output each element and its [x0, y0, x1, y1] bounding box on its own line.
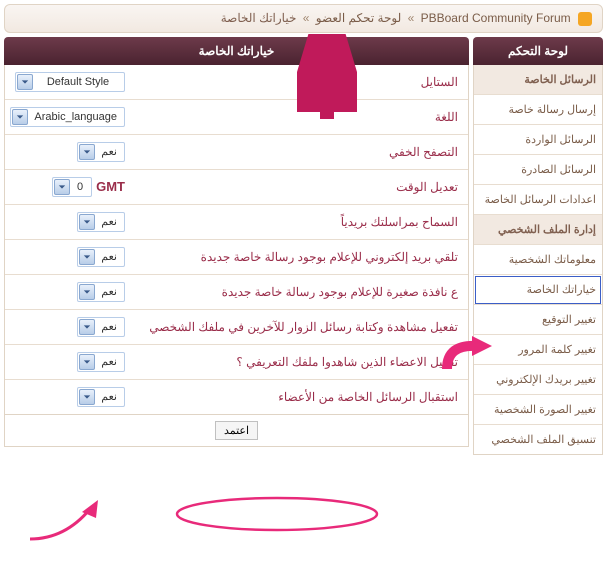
breadcrumb: PBBoard Community Forum » لوحة تحكم العض…	[4, 4, 603, 33]
sidebar-item[interactable]: معلوماتك الشخصية	[474, 245, 602, 275]
setting-label: السماح بمراسلتك بريدياً	[135, 205, 468, 239]
breadcrumb-cp[interactable]: لوحة تحكم العضو	[316, 11, 401, 25]
select[interactable]: نعم	[77, 212, 125, 232]
select-value: 0	[70, 180, 90, 194]
sidebar-item[interactable]: الرسائل الواردة	[474, 125, 602, 155]
select[interactable]: نعم	[77, 352, 125, 372]
breadcrumb-forum[interactable]: PBBoard Community Forum	[421, 11, 571, 25]
setting-row: السماح بمراسلتك بريدياً نعم	[5, 205, 468, 240]
select-value: نعم	[95, 389, 123, 404]
sidebar-item: إدارة الملف الشخصي	[474, 215, 602, 245]
select-value: Arabic_language	[28, 110, 123, 124]
sidebar-item[interactable]: تغيير التوقيع	[474, 305, 602, 335]
main-panel: خياراتك الخاصة الستايل Default Style اللغة…	[4, 37, 469, 455]
setting-label: التصفح الخفي	[135, 135, 468, 169]
setting-row: الستايل Default Style	[5, 65, 468, 100]
sidebar-item[interactable]: الرسائل الصادرة	[474, 155, 602, 185]
breadcrumb-sep: »	[303, 11, 310, 25]
sidebar-item[interactable]: إرسال رسالة خاصة	[474, 95, 602, 125]
setting-control: نعم	[5, 136, 135, 168]
sidebar-item: الرسائل الخاصة	[474, 65, 602, 95]
setting-row: اللغة Arabic_language	[5, 100, 468, 135]
select[interactable]: Default Style	[15, 72, 125, 92]
setting-control: نعم	[5, 206, 135, 238]
chevron-down-icon[interactable]	[79, 354, 95, 370]
chevron-down-icon[interactable]	[79, 389, 95, 405]
select[interactable]: نعم	[77, 142, 125, 162]
sidebar-item[interactable]: تغيير بريدك الإلكتروني	[474, 365, 602, 395]
breadcrumb-page: خياراتك الخاصة	[221, 11, 297, 25]
setting-control: Default Style	[5, 66, 135, 98]
chevron-down-icon[interactable]	[79, 144, 95, 160]
select[interactable]: Arabic_language	[10, 107, 125, 127]
setting-control: 0 GMT	[5, 171, 135, 203]
sidebar-item[interactable]: خياراتك الخاصة	[474, 275, 602, 305]
select-value: نعم	[95, 214, 123, 229]
breadcrumb-sep: »	[408, 11, 415, 25]
setting-label: اللغة	[135, 100, 468, 134]
setting-control: نعم	[5, 346, 135, 378]
setting-label: استقبال الرسائل الخاصة من الأعضاء	[135, 380, 468, 414]
setting-label: تفعيل الاعضاء الذين شاهدوا ملفك التعريفي…	[135, 345, 468, 379]
chevron-down-icon[interactable]	[17, 74, 33, 90]
gmt-label: GMT	[96, 179, 125, 194]
chevron-down-icon[interactable]	[54, 179, 70, 195]
sidebar: لوحة التحكم الرسائل الخاصةإرسال رسالة خا…	[473, 37, 603, 455]
annotation-circle	[172, 494, 382, 534]
select[interactable]: نعم	[77, 317, 125, 337]
setting-control: نعم	[5, 381, 135, 413]
select-value: نعم	[95, 354, 123, 369]
select-value: نعم	[95, 249, 123, 264]
setting-label: تفعيل مشاهدة وكتابة رسائل الزوار للآخرين…	[135, 310, 468, 344]
setting-row: ع نافذة صغيرة للإعلام بوجود رسالة خاصة ج…	[5, 275, 468, 310]
chevron-down-icon[interactable]	[79, 319, 95, 335]
setting-row: تفعيل الاعضاء الذين شاهدوا ملفك التعريفي…	[5, 345, 468, 380]
setting-control: Arabic_language	[5, 101, 135, 133]
annotation-arrow	[20, 494, 110, 544]
sidebar-title: لوحة التحكم	[473, 37, 603, 65]
select[interactable]: 0	[52, 177, 92, 197]
setting-row: استقبال الرسائل الخاصة من الأعضاء نعم	[5, 380, 468, 414]
setting-label: الستايل	[135, 65, 468, 99]
select-value: Default Style	[33, 75, 123, 89]
setting-control: نعم	[5, 241, 135, 273]
setting-row: تعديل الوقت 0 GMT	[5, 170, 468, 205]
chevron-down-icon[interactable]	[12, 109, 28, 125]
chevron-down-icon[interactable]	[79, 284, 95, 300]
setting-label: ع نافذة صغيرة للإعلام بوجود رسالة خاصة ج…	[135, 275, 468, 309]
forum-icon	[578, 12, 592, 26]
setting-row: تلقي بريد إلكتروني للإعلام بوجود رسالة خ…	[5, 240, 468, 275]
setting-control: نعم	[5, 276, 135, 308]
setting-row: تفعيل مشاهدة وكتابة رسائل الزوار للآخرين…	[5, 310, 468, 345]
select-value: نعم	[95, 144, 123, 159]
select-value: نعم	[95, 284, 123, 299]
setting-label: تلقي بريد إلكتروني للإعلام بوجود رسالة خ…	[135, 240, 468, 274]
setting-row: التصفح الخفي نعم	[5, 135, 468, 170]
submit-button[interactable]: اعتمد	[215, 421, 258, 440]
select[interactable]: نعم	[77, 387, 125, 407]
sidebar-item[interactable]: تنسيق الملف الشخصي	[474, 425, 602, 454]
main-title: خياراتك الخاصة	[4, 37, 469, 65]
setting-label: تعديل الوقت	[135, 170, 468, 204]
sidebar-item[interactable]: تغيير الصورة الشخصية	[474, 395, 602, 425]
select[interactable]: نعم	[77, 282, 125, 302]
chevron-down-icon[interactable]	[79, 249, 95, 265]
select[interactable]: نعم	[77, 247, 125, 267]
sidebar-item[interactable]: تغيير كلمة المرور	[474, 335, 602, 365]
sidebar-item[interactable]: اعدادات الرسائل الخاصة	[474, 185, 602, 215]
select-value: نعم	[95, 319, 123, 334]
setting-control: نعم	[5, 311, 135, 343]
chevron-down-icon[interactable]	[79, 214, 95, 230]
